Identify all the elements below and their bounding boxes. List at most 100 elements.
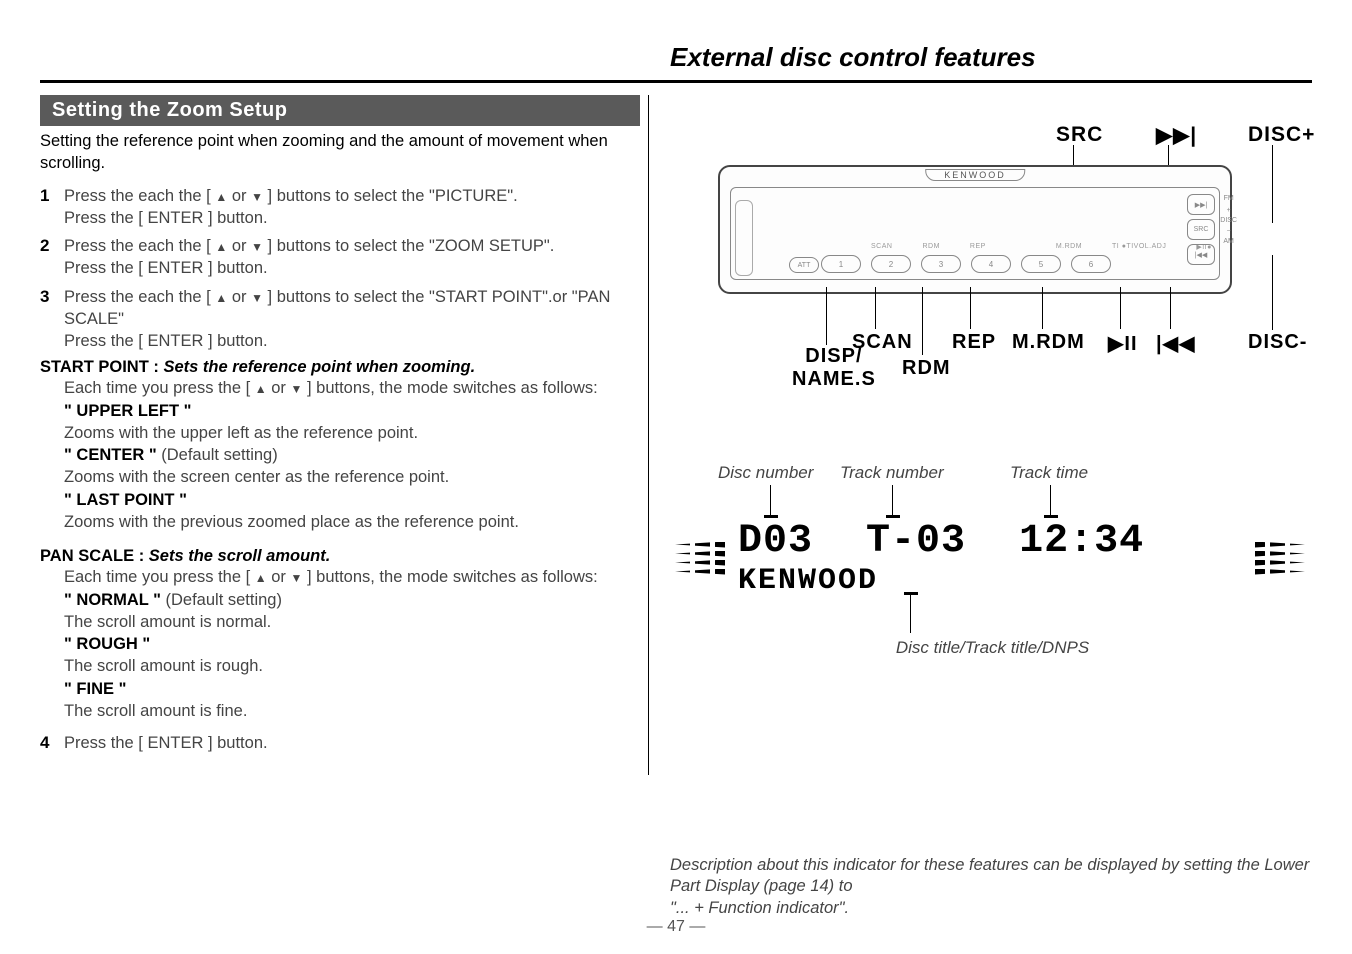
footnote-line: "... + Function indicator".	[670, 899, 849, 917]
step-text: or	[227, 237, 251, 255]
preset-row: 1 2 3 4 5 6	[821, 255, 1111, 273]
track-number-value: T-03	[866, 519, 966, 564]
step-text: Press the each the [	[64, 187, 215, 205]
preset-1: 1	[821, 255, 861, 273]
option-desc: Zooms with the screen center as the refe…	[64, 468, 449, 486]
step-text: Press the [ ENTER ] button.	[64, 734, 268, 752]
default-note: (Default setting)	[157, 446, 278, 464]
mode-lead: Each time you press the [	[64, 379, 255, 397]
car-stereo-faceplate: KENWOOD SCAN RDM REP M.RDM TI ●TIVOL.ADJ…	[718, 165, 1232, 294]
label-src: SRC	[1056, 123, 1103, 147]
step-text: or	[227, 187, 251, 205]
lcd-decoration-left	[670, 542, 730, 575]
option-upper-left: " UPPER LEFT "	[64, 402, 192, 420]
option-desc: The scroll amount is fine.	[64, 702, 247, 720]
lcd-content: D03 T-03 12:34 KENWOOD	[730, 519, 1250, 598]
option-rough: " ROUGH "	[64, 635, 150, 653]
page-number: — 47 —	[0, 918, 1352, 936]
display-diagram: Disc number Track number Track time D03 …	[670, 463, 1315, 673]
step-number: 3	[40, 286, 64, 353]
option-center: " CENTER " (Default setting)	[64, 446, 278, 464]
heading-desc: Sets the reference point when zooming.	[163, 358, 475, 376]
footnote-line: Description about this indicator for the…	[670, 856, 1309, 895]
side-labels: FM + DISC − AM	[1220, 194, 1237, 247]
leader-line	[922, 287, 923, 355]
triangle-up-icon	[215, 237, 227, 255]
step-2: 2 Press the each the [ or ] buttons to s…	[40, 235, 640, 280]
step-text: Press the each the [	[64, 237, 215, 255]
device-inner: SCAN RDM REP M.RDM TI ●TIVOL.ADJ ▶II● AT…	[730, 187, 1220, 280]
label-fast-forward-icon: ▶▶|	[1156, 123, 1197, 148]
label-disc-plus: DISC+	[1248, 123, 1315, 147]
side-btn-src: SRC	[1187, 219, 1215, 240]
label-track-time: Track time	[1010, 463, 1088, 483]
label-rdm: RDM	[902, 357, 951, 380]
option-last-point: " LAST POINT "	[64, 491, 187, 509]
leader-line	[970, 287, 971, 329]
mini-mrdm: M.RDM	[1056, 243, 1082, 251]
side-am: AM	[1220, 237, 1237, 247]
pan-scale-block: Each time you press the [ or ] buttons, …	[64, 566, 640, 722]
option-fine: " FINE "	[64, 680, 126, 698]
label-scan: SCAN	[852, 331, 913, 354]
preset-4: 4	[971, 255, 1011, 273]
left-handle	[735, 200, 753, 276]
option-desc: The scroll amount is rough.	[64, 657, 263, 675]
heading-prefix: PAN SCALE :	[40, 547, 149, 565]
label-mrdm: M.RDM	[1012, 331, 1085, 354]
step-4: 4 Press the [ ENTER ] button.	[40, 732, 640, 755]
mode-lead: or	[267, 379, 291, 397]
mini-label-row: SCAN RDM REP M.RDM TI ●TIVOL.ADJ ▶II●	[871, 243, 1212, 251]
step-text: or	[227, 288, 251, 306]
triangle-down-icon	[291, 379, 303, 397]
option-normal: " NORMAL " (Default setting)	[64, 591, 282, 609]
leader-line	[1120, 287, 1121, 329]
step-number: 2	[40, 235, 64, 280]
right-column: SRC ▶▶| DISC+ KENWOOD SCAN RDM REP M.RDM…	[670, 95, 1315, 673]
label-playpause-icon: ▶II	[1108, 331, 1138, 356]
side-btn-prev: |◀◀	[1187, 244, 1215, 265]
triangle-up-icon	[255, 379, 267, 397]
triangle-down-icon	[251, 187, 263, 205]
side-disc: DISC	[1220, 216, 1237, 226]
start-point-heading: START POINT : Sets the reference point w…	[40, 358, 640, 377]
triangle-up-icon	[215, 288, 227, 306]
side-btn-next: ▶▶|	[1187, 194, 1215, 215]
mini-rdm: RDM	[922, 243, 939, 251]
leader-line	[1272, 145, 1273, 223]
step-3: 3 Press the each the [ or ] buttons to s…	[40, 286, 640, 353]
mode-lead: Each time you press the [	[64, 568, 255, 586]
intro-text: Setting the reference point when zooming…	[40, 130, 640, 175]
lcd-decoration-right	[1250, 542, 1310, 575]
track-time-value: 12:34	[1019, 519, 1144, 564]
triangle-down-icon	[291, 568, 303, 586]
label-disc-minus: DISC-	[1248, 331, 1307, 354]
leader-line	[1170, 287, 1171, 329]
side-buttons: ▶▶| SRC |◀◀	[1187, 194, 1215, 265]
option-desc: Zooms with the previous zoomed place as …	[64, 513, 519, 531]
leader-line	[1042, 287, 1043, 329]
option-desc: The scroll amount is normal.	[64, 613, 271, 631]
subsection-heading: Setting the Zoom Setup	[40, 95, 640, 126]
mode-lead: ] buttons, the mode switches as follows:	[302, 568, 597, 586]
step-1: 1 Press the each the [ or ] buttons to s…	[40, 185, 640, 230]
triangle-down-icon	[251, 237, 263, 255]
step-number: 4	[40, 732, 64, 755]
label-rewind-icon: |◀◀	[1156, 331, 1195, 356]
triangle-down-icon	[251, 288, 263, 306]
option-desc: Zooms with the upper left as the referen…	[64, 424, 418, 442]
preset-6: 6	[1071, 255, 1111, 273]
brand-badge: KENWOOD	[925, 169, 1025, 181]
step-text: Press the each the [	[64, 288, 215, 306]
heading-desc: Sets the scroll amount.	[149, 547, 331, 565]
label-track-number: Track number	[840, 463, 944, 483]
left-column: Setting the Zoom Setup Setting the refer…	[40, 95, 640, 761]
step-text: Press the [ ENTER ] button.	[64, 332, 268, 350]
vertical-rule	[648, 95, 649, 775]
leader-line	[1272, 255, 1273, 330]
label-disc-title: Disc title/Track title/DNPS	[670, 638, 1315, 658]
step-text: ] buttons to select the "ZOOM SETUP".	[263, 237, 554, 255]
label-disc-number: Disc number	[718, 463, 813, 483]
device-diagram: SRC ▶▶| DISC+ KENWOOD SCAN RDM REP M.RDM…	[670, 95, 1310, 435]
footnote: Description about this indicator for the…	[670, 855, 1310, 919]
